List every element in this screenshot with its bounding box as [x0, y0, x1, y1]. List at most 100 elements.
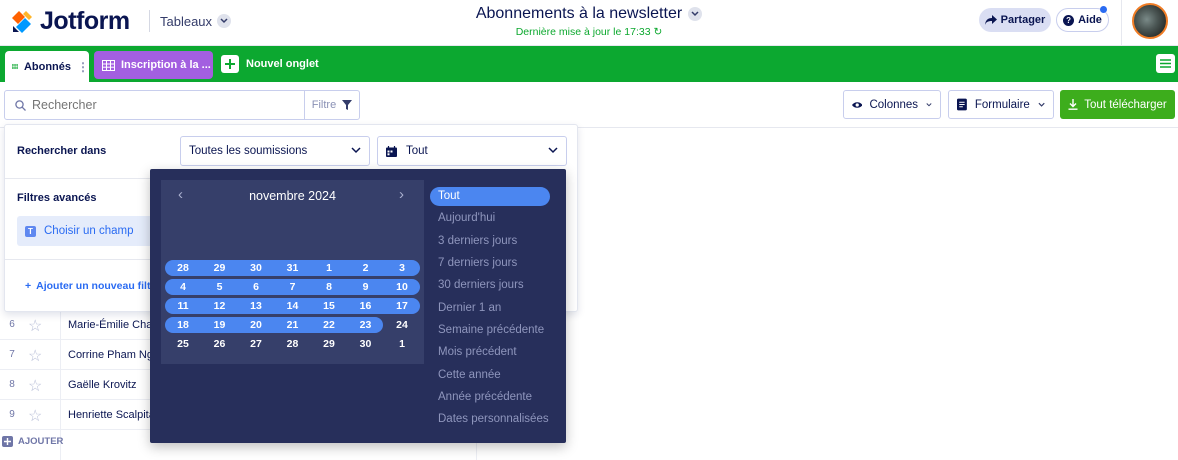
- calendar-day[interactable]: 7: [275, 279, 311, 295]
- calendar-day[interactable]: 30: [238, 260, 274, 276]
- tab-label: Abonnés: [23, 60, 71, 73]
- preset-custom-dates[interactable]: Dates personnalisées: [430, 410, 550, 429]
- download-label: Tout télécharger: [1084, 98, 1167, 111]
- calendar-day[interactable]: 26: [202, 336, 238, 352]
- page-title-text: Abonnements à la newsletter: [475, 5, 683, 22]
- calendar-day[interactable]: 19: [202, 317, 238, 333]
- menu-button[interactable]: [1156, 54, 1175, 73]
- calendar-day[interactable]: 18: [165, 317, 201, 333]
- calendar-day[interactable]: 6: [238, 279, 274, 295]
- help-button[interactable]: ? Aide: [1056, 6, 1109, 32]
- filter-button[interactable]: Filtre: [304, 90, 360, 120]
- help-label: Aide: [1078, 14, 1102, 26]
- date-range-select[interactable]: Tout: [377, 136, 567, 166]
- calendar-day[interactable]: 29: [311, 336, 347, 352]
- star-icon[interactable]: ☆: [28, 316, 42, 336]
- preset-previous-month[interactable]: Mois précédent: [430, 343, 550, 362]
- advanced-filters-label: Filtres avancés: [17, 192, 97, 204]
- calendar-day[interactable]: 14: [275, 298, 311, 314]
- calendar-day[interactable]: 13: [238, 298, 274, 314]
- chevron-down-icon: [1038, 102, 1045, 107]
- calendar-day[interactable]: 1: [311, 260, 347, 276]
- submissions-select[interactable]: Toutes les soumissions: [180, 136, 370, 166]
- calendar-day[interactable]: 3: [384, 260, 420, 276]
- download-all-button[interactable]: Tout télécharger: [1060, 90, 1175, 119]
- star-icon[interactable]: ☆: [28, 346, 42, 366]
- tabs-bar: Abonnés ⋮ Inscription à la ... Nouvel on…: [0, 46, 1178, 82]
- preset-last-3-days[interactable]: 3 derniers jours: [430, 232, 550, 251]
- tab-abonnes[interactable]: Abonnés ⋮: [5, 51, 89, 82]
- notification-dot: [1100, 6, 1107, 13]
- calendar-day[interactable]: 21: [275, 317, 311, 333]
- cell-name[interactable]: Marie-Émilie Cha: [68, 319, 152, 331]
- preset-previous-year[interactable]: Année précédente: [430, 388, 550, 407]
- calendar-day[interactable]: 29: [202, 260, 238, 276]
- calendar-day[interactable]: 1: [384, 336, 420, 352]
- date-range-value: Tout: [406, 145, 428, 157]
- calendar-day[interactable]: 28: [275, 336, 311, 352]
- calendar-day[interactable]: 24: [384, 317, 420, 333]
- new-tab-label: Nouvel onglet: [246, 58, 319, 70]
- divider: [5, 178, 150, 179]
- refresh-icon[interactable]: ↻: [653, 26, 662, 38]
- plus-icon: [2, 436, 13, 447]
- divider: [1121, 0, 1122, 46]
- calendar-day[interactable]: 8: [311, 279, 347, 295]
- search-in-label: Rechercher dans: [17, 145, 107, 157]
- search-input[interactable]: [32, 98, 292, 112]
- preset-today[interactable]: Aujourd'hui: [430, 209, 550, 228]
- calendar-day[interactable]: 9: [348, 279, 384, 295]
- add-filter-link[interactable]: + Ajouter un nouveau filtre: [25, 280, 160, 292]
- calendar-week: 11 12 13 14 15 16 17: [165, 298, 420, 314]
- calendar-week: 4 5 6 7 8 9 10: [165, 279, 420, 295]
- star-icon[interactable]: ☆: [28, 376, 42, 396]
- calendar-day[interactable]: 27: [238, 336, 274, 352]
- plus-icon: [221, 55, 239, 73]
- calendar-day[interactable]: 5: [202, 279, 238, 295]
- calendar-day[interactable]: 23: [348, 317, 384, 333]
- help-icon: ?: [1063, 14, 1075, 26]
- preset-previous-week[interactable]: Semaine précédente: [430, 321, 550, 340]
- chevron-right-icon[interactable]: ›: [399, 186, 404, 203]
- preset-this-year[interactable]: Cette année: [430, 366, 550, 385]
- calendar-day[interactable]: 31: [275, 260, 311, 276]
- calendar-week: 18 19 20 21 22 23 24: [165, 317, 420, 333]
- calendar-day[interactable]: 15: [311, 298, 347, 314]
- more-vertical-icon[interactable]: ⋮: [77, 60, 89, 74]
- calendar-day[interactable]: 20: [238, 317, 274, 333]
- cell-name[interactable]: Henriette Scalpita: [68, 409, 155, 421]
- calendar-day[interactable]: 17: [384, 298, 420, 314]
- preset-last-30-days[interactable]: 30 derniers jours: [430, 276, 550, 295]
- calendar: ‹ novembre 2024 › 28 29 30 31 1 2 3 4 5 …: [161, 180, 424, 364]
- chevron-down-icon: [548, 147, 558, 154]
- calendar-day[interactable]: 22: [311, 317, 347, 333]
- search-box[interactable]: [4, 90, 305, 120]
- new-tab-button[interactable]: Nouvel onglet: [221, 54, 319, 74]
- page-title[interactable]: Abonnements à la newsletter: [475, 5, 703, 23]
- tab-inscription[interactable]: Inscription à la ...: [94, 51, 213, 79]
- row-number: 8: [9, 379, 15, 390]
- calendar-icon: [386, 145, 397, 157]
- preset-last-year[interactable]: Dernier 1 an: [430, 299, 550, 318]
- preset-all[interactable]: Tout: [430, 187, 550, 206]
- calendar-day[interactable]: 25: [165, 336, 201, 352]
- choose-field-button[interactable]: T Choisir un champ: [17, 216, 157, 246]
- calendar-day[interactable]: 10: [384, 279, 420, 295]
- calendar-day[interactable]: 11: [165, 298, 201, 314]
- calendar-day[interactable]: 2: [348, 260, 384, 276]
- add-row-button[interactable]: AJOUTER: [0, 436, 63, 447]
- calendar-day[interactable]: 28: [165, 260, 201, 276]
- avatar[interactable]: [1132, 3, 1168, 39]
- calendar-day[interactable]: 4: [165, 279, 201, 295]
- calendar-day[interactable]: 16: [348, 298, 384, 314]
- share-button[interactable]: Partager: [979, 8, 1051, 32]
- calendar-day[interactable]: 30: [348, 336, 384, 352]
- cell-name[interactable]: Corrine Pham Ng: [68, 349, 153, 361]
- cell-name[interactable]: Gaëlle Krovitz: [68, 379, 136, 391]
- submissions-select-value: Toutes les soumissions: [189, 145, 308, 157]
- calendar-day[interactable]: 12: [202, 298, 238, 314]
- columns-button[interactable]: Colonnes: [843, 90, 941, 119]
- preset-last-7-days[interactable]: 7 derniers jours: [430, 254, 550, 273]
- form-button[interactable]: Formulaire: [948, 90, 1054, 119]
- star-icon[interactable]: ☆: [28, 406, 42, 426]
